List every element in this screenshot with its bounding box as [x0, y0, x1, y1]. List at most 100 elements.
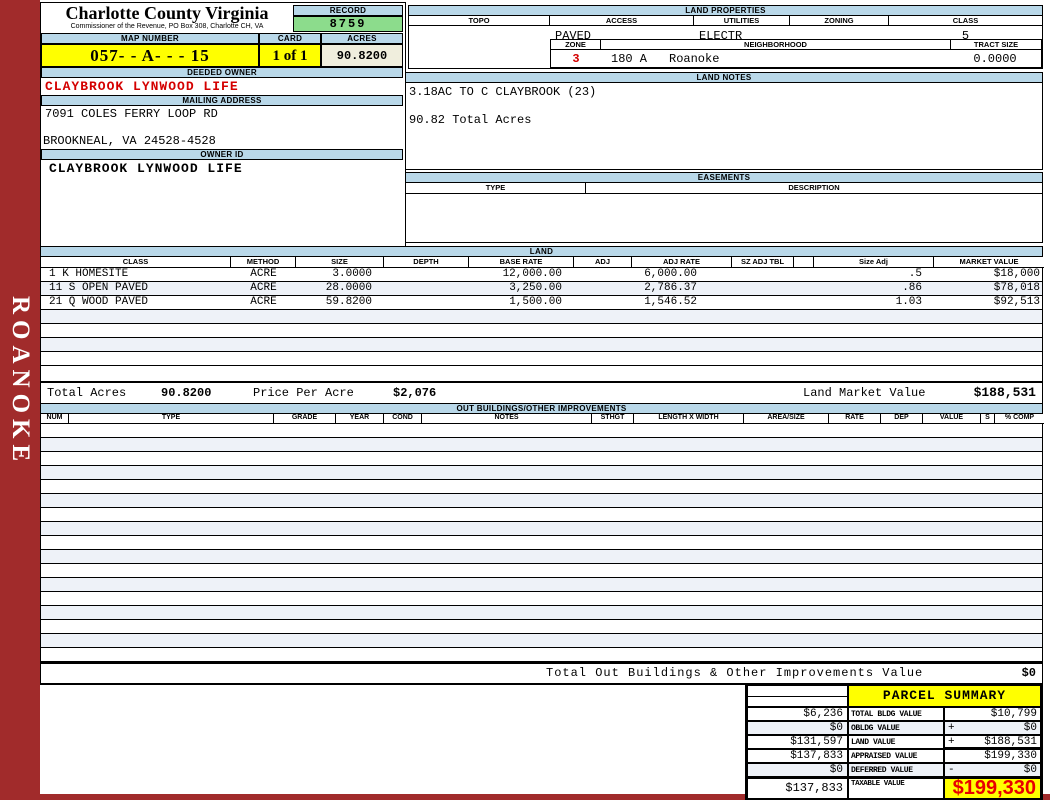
prior-deferred: $0 — [747, 763, 848, 777]
summary-row-deferred: $0 DEFERRED VALUE -$0 — [747, 763, 1041, 777]
land-col-class: CLASS — [41, 257, 231, 268]
col-zoning: ZONING — [790, 16, 889, 26]
ob-empty-row — [41, 592, 1042, 606]
ob-col-grade: GRADE — [274, 414, 336, 424]
total-acres-label: Total Acres — [47, 383, 126, 403]
record-label: RECORD — [293, 5, 403, 16]
neighborhood-code: 180 A — [611, 52, 647, 66]
record-value-field[interactable]: 8759 — [293, 16, 403, 32]
easement-type-label: TYPE — [406, 183, 586, 194]
land-method: ACRE — [231, 296, 296, 309]
acres-field[interactable]: 90.8200 — [321, 44, 403, 67]
land-row: 21 Q WOOD PAVED ACRE 59.8200 1,500.00 1,… — [41, 296, 1042, 310]
deeded-owner-label: DEEDED OWNER — [41, 67, 403, 78]
label-land: LAND VALUE — [848, 735, 944, 749]
ob-col-s: S — [981, 414, 995, 424]
land-size: 28.0000 — [296, 282, 384, 295]
sign: + — [948, 722, 955, 734]
land-sz-adj-tbl — [732, 296, 794, 309]
land-method: ACRE — [231, 268, 296, 281]
land-table-header: CLASS METHOD SIZE DEPTH BASE RATE ADJ AD… — [41, 257, 1042, 268]
value-land: $188,531 — [984, 736, 1037, 747]
ob-col-type: TYPE — [69, 414, 274, 424]
parcel-summary-blank-cell — [747, 685, 848, 707]
ob-empty-row — [41, 438, 1042, 452]
land-empty-row — [41, 352, 1042, 366]
ob-empty-row — [41, 480, 1042, 494]
label-taxable: TAXABLE VALUE — [848, 778, 944, 799]
neighborhood-name: Roanoke — [669, 52, 719, 66]
zone-label: ZONE — [551, 40, 601, 50]
land-sz-adj-tbl — [732, 282, 794, 295]
land-class: 11 S OPEN PAVED — [41, 282, 231, 295]
prior-obldg: $0 — [747, 721, 848, 735]
card-label: CARD — [259, 33, 321, 44]
land-col-blank — [794, 257, 814, 268]
neighborhood-label: NEIGHBORHOOD — [601, 40, 951, 50]
district-vertical-label: ROANOKE — [6, 296, 34, 467]
out-buildings-title: OUT BUILDINGS/OTHER IMPROVEMENTS — [40, 403, 1043, 414]
land-col-method: METHOD — [231, 257, 296, 268]
parcel-summary-header-row: PARCEL SUMMARY — [747, 685, 1041, 707]
address-line-2: BROOKNEAL, VA 24528-4528 — [43, 134, 216, 148]
land-market-value: $92,513 — [934, 296, 1044, 309]
prior-appraised: $137,833 — [747, 749, 848, 763]
value-deferred: $0 — [1024, 764, 1037, 776]
map-number-field[interactable]: 057- - A- - - 15 — [41, 44, 259, 67]
ob-col-num: NUM — [41, 414, 69, 424]
ob-col-notes: NOTES — [422, 414, 592, 424]
property-record-card: ROANOKE Charlotte County Virginia Commis… — [0, 0, 1050, 800]
land-adj — [574, 296, 632, 309]
ob-empty-row — [41, 536, 1042, 550]
acres-label: ACRES — [321, 33, 403, 44]
land-size-adj: 1.03 — [814, 296, 934, 309]
prior-taxable: $137,833 — [747, 778, 848, 799]
ob-total-value: $0 — [1022, 664, 1036, 682]
land-base-rate: 1,500.00 — [469, 296, 574, 309]
land-adj — [574, 282, 632, 295]
county-title: Charlotte County Virginia — [41, 4, 293, 23]
tract-size-value: 0.0000 — [951, 52, 1039, 66]
ob-total-label: Total Out Buildings & Other Improvements… — [546, 664, 923, 682]
card-field[interactable]: 1 of 1 — [259, 44, 321, 67]
deeded-owner-value: CLAYBROOK LYNWOOD LIFE — [45, 79, 239, 94]
land-empty-row — [41, 324, 1042, 338]
land-depth — [384, 282, 469, 295]
land-col-adj-rate: ADJ RATE — [632, 257, 732, 268]
land-class: 1 K HOMESITE — [41, 268, 231, 281]
easement-description-label: DESCRIPTION — [586, 183, 1042, 194]
land-col-base-rate: BASE RATE — [469, 257, 574, 268]
ob-col-value: VALUE — [923, 414, 981, 424]
land-size-adj: .86 — [814, 282, 934, 295]
label-deferred: DEFERRED VALUE — [848, 763, 944, 777]
ob-empty-row — [41, 494, 1042, 508]
zone-value: 3 — [551, 52, 601, 66]
owner-panel: Charlotte County Virginia Commissioner o… — [40, 2, 406, 247]
land-method: ACRE — [231, 282, 296, 295]
value-total-bldg: $10,799 — [991, 708, 1037, 720]
parcel-summary-title: PARCEL SUMMARY — [848, 685, 1041, 707]
land-market-value: $78,018 — [934, 282, 1044, 295]
ob-col-rate: RATE — [829, 414, 881, 424]
land-market-value-label: Land Market Value — [803, 383, 925, 403]
land-note-line-1: 3.18AC TO C CLAYBROOK (23) — [409, 85, 1039, 99]
label-appraised: APPRAISED VALUE — [848, 749, 944, 763]
ob-empty-row — [41, 550, 1042, 564]
land-row: 1 K HOMESITE ACRE 3.0000 12,000.00 6,000… — [41, 268, 1042, 282]
price-per-acre-value: $2,076 — [393, 383, 436, 403]
taxable-label-text: TAXABLE VALUE — [851, 780, 904, 788]
land-row: 11 S OPEN PAVED ACRE 28.0000 3,250.00 2,… — [41, 282, 1042, 296]
ob-empty-row — [41, 508, 1042, 522]
land-notes-box: 3.18AC TO C CLAYBROOK (23) 90.82 Total A… — [405, 83, 1043, 170]
summary-row-taxable: $137,833 TAXABLE VALUE $199,330 — [747, 777, 1041, 799]
summary-row-appraised: $137,833 APPRAISED VALUE $199,330 — [747, 749, 1041, 763]
easements-box: TYPE DESCRIPTION — [405, 183, 1043, 243]
land-size: 3.0000 — [296, 268, 384, 281]
mailing-address-label: MAILING ADDRESS — [41, 95, 403, 106]
out-buildings-total-row: Total Out Buildings & Other Improvements… — [41, 662, 1042, 685]
value-obldg: $0 — [1024, 722, 1037, 734]
land-adj — [574, 268, 632, 281]
land-market-value: $18,000 — [934, 268, 1044, 281]
ob-empty-row — [41, 564, 1042, 578]
land-depth — [384, 296, 469, 309]
